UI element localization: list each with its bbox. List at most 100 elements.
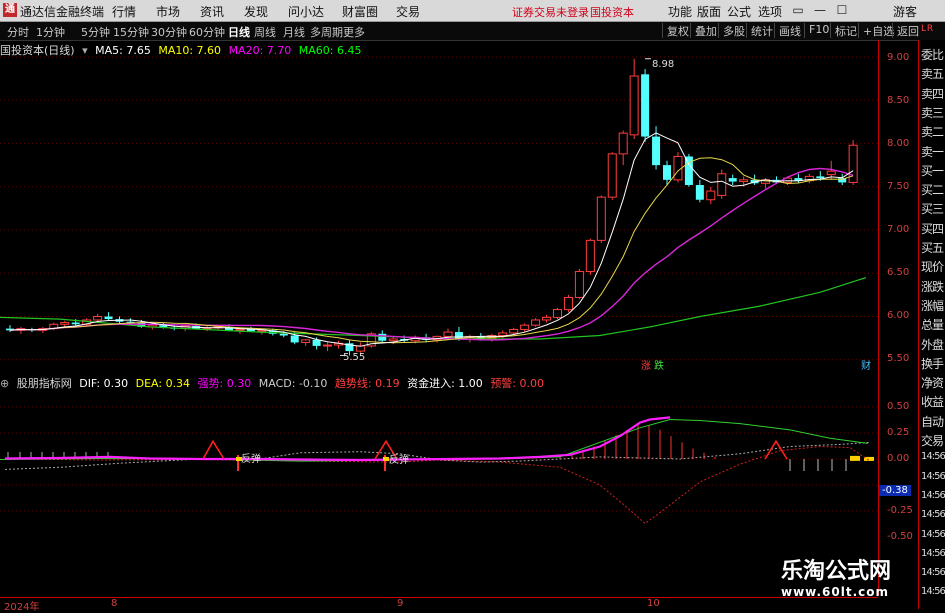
period-1min[interactable]: 1分钟	[36, 24, 65, 40]
histogram-bar	[850, 455, 860, 461]
badge-finance: 财	[861, 359, 871, 372]
panel-item[interactable]: 自动	[921, 413, 944, 430]
menu-options[interactable]: 选项	[758, 3, 782, 20]
period-60min[interactable]: 60分钟	[189, 24, 225, 40]
panel-item[interactable]: 买二	[921, 181, 944, 198]
tool-stats[interactable]: 统计	[746, 23, 773, 38]
panel-item[interactable]: 卖四	[921, 85, 944, 102]
panel-item[interactable]: 14:56	[921, 567, 945, 578]
menu-trade[interactable]: 交易	[396, 3, 420, 20]
period-15min[interactable]: 15分钟	[113, 24, 149, 40]
candle-up	[553, 309, 562, 318]
period-daily[interactable]: 日线	[228, 24, 250, 40]
maximize-icon[interactable]: ☐	[834, 2, 850, 18]
ma10-label: MA10: 7.60	[158, 44, 222, 57]
panel-item[interactable]: 买五	[921, 239, 944, 256]
menu-function[interactable]: 功能	[668, 3, 692, 20]
panel-item[interactable]: 现价	[921, 258, 944, 275]
panel-item[interactable]: 14:56	[921, 490, 945, 501]
panel-item[interactable]: 总量	[921, 316, 944, 333]
panel-item[interactable]: 涨幅	[921, 297, 944, 314]
candle-up	[585, 239, 595, 273]
top-stock-name: 国投资本	[590, 6, 634, 19]
panel-item[interactable]: 买四	[921, 220, 944, 237]
candle-down	[652, 136, 661, 166]
panel-item[interactable]: 买三	[921, 200, 944, 217]
tool-draw[interactable]: 画线	[774, 23, 801, 38]
main-legend: 国投资本(日线) ▾ MA5: 7.65 MA10: 7.60 MA20: 7.…	[0, 42, 366, 57]
period-5min[interactable]: 5分钟	[81, 24, 110, 40]
ma20-label: MA20: 7.70	[228, 44, 292, 57]
panel-item[interactable]: 14:56	[921, 471, 945, 482]
user-label[interactable]: 游客	[893, 3, 917, 20]
badge-down: 跌	[654, 359, 664, 372]
candle-down	[728, 178, 737, 182]
tool-back[interactable]: 返回	[892, 23, 919, 38]
panel-item[interactable]: 卖五	[921, 65, 944, 82]
panel-item[interactable]: 收益	[921, 393, 944, 410]
panel-item[interactable]: 外盘	[921, 336, 944, 353]
ytick: 0.25	[887, 427, 910, 438]
period-monthly[interactable]: 月线	[283, 24, 305, 40]
indicator-title: 股朋指标网	[16, 377, 72, 390]
trend-label: 趋势线: 0.19	[334, 377, 400, 390]
panel-item[interactable]: 涨跌	[921, 278, 944, 295]
indicator-legend: ⊕ 股朋指标网 DIF: 0.30 DEA: 0.34 强势: 0.30 MAC…	[0, 375, 548, 390]
period-weekly[interactable]: 周线	[254, 24, 276, 40]
panel-item[interactable]: 交易	[921, 432, 944, 449]
candle-down	[290, 335, 299, 343]
panel-item[interactable]: 14:56	[921, 548, 945, 559]
panel-item[interactable]: 卖三	[921, 104, 944, 121]
panel-item[interactable]: 14:56	[921, 451, 945, 462]
menu-markets[interactable]: 市场	[156, 3, 180, 20]
menu-layout[interactable]: 版面	[697, 3, 721, 20]
tool-mark[interactable]: 标记	[830, 23, 857, 38]
candle-up	[498, 332, 508, 337]
tool-adjust[interactable]: 复权	[662, 23, 689, 38]
panel-item[interactable]: 卖一	[921, 143, 944, 160]
panel-item[interactable]: 换手	[921, 355, 944, 372]
menu-assistant[interactable]: 问小达	[288, 3, 324, 20]
tool-overlay[interactable]: 叠加	[690, 23, 717, 38]
watermark-title: 乐淘公式网	[781, 559, 892, 584]
menu-discover[interactable]: 发现	[244, 3, 268, 20]
dropdown-icon[interactable]: ▾	[82, 44, 88, 57]
candle-up	[388, 338, 398, 342]
restore-icon[interactable]: ▭	[790, 2, 806, 18]
period-intraday[interactable]: 分时	[7, 24, 29, 40]
candlestick-chart[interactable]: 8.98 5.55 涨 跌 财	[0, 40, 878, 373]
ytick: 8.50	[887, 95, 910, 106]
candle-down	[378, 333, 387, 341]
expand-icon[interactable]: ⊕	[0, 377, 9, 390]
candle-up	[826, 170, 836, 176]
panel-item[interactable]: 买一	[921, 162, 944, 179]
panel-item[interactable]: 14:56	[921, 509, 945, 520]
login-notice[interactable]: 证券交易未登录	[512, 4, 589, 20]
ma5-label: MA5: 7.65	[95, 44, 151, 57]
tool-multistock[interactable]: 多股	[718, 23, 745, 38]
period-30min[interactable]: 30分钟	[151, 24, 187, 40]
period-more[interactable]: 更多	[343, 24, 365, 40]
indicator-chart[interactable]: 反弹 反弹	[0, 373, 878, 597]
ytick: 5.50	[887, 353, 910, 364]
ma60-line	[0, 277, 867, 340]
candle-up	[739, 179, 749, 183]
menu-formula[interactable]: 公式	[727, 3, 751, 20]
candle-up	[60, 322, 70, 325]
ma5-line	[9, 132, 854, 347]
tool-f10[interactable]: F10	[804, 23, 829, 38]
xtick: 9	[397, 598, 404, 609]
candle-down	[816, 176, 825, 179]
period-multi[interactable]: 多周期	[310, 24, 343, 40]
tool-add-watch[interactable]: +自选	[858, 23, 894, 38]
menu-wealth[interactable]: 财富圈	[342, 3, 378, 20]
menu-market[interactable]: 行情	[112, 3, 136, 20]
panel-item[interactable]: 委比	[921, 46, 944, 63]
panel-item[interactable]: 14:56	[921, 529, 945, 540]
panel-item[interactable]: 净资	[921, 374, 944, 391]
panel-item[interactable]: 卖二	[921, 123, 944, 140]
panel-item[interactable]: 14:56	[921, 586, 945, 597]
candle-up	[563, 296, 573, 311]
menu-news[interactable]: 资讯	[200, 3, 224, 20]
minimize-icon[interactable]: —	[812, 2, 828, 18]
